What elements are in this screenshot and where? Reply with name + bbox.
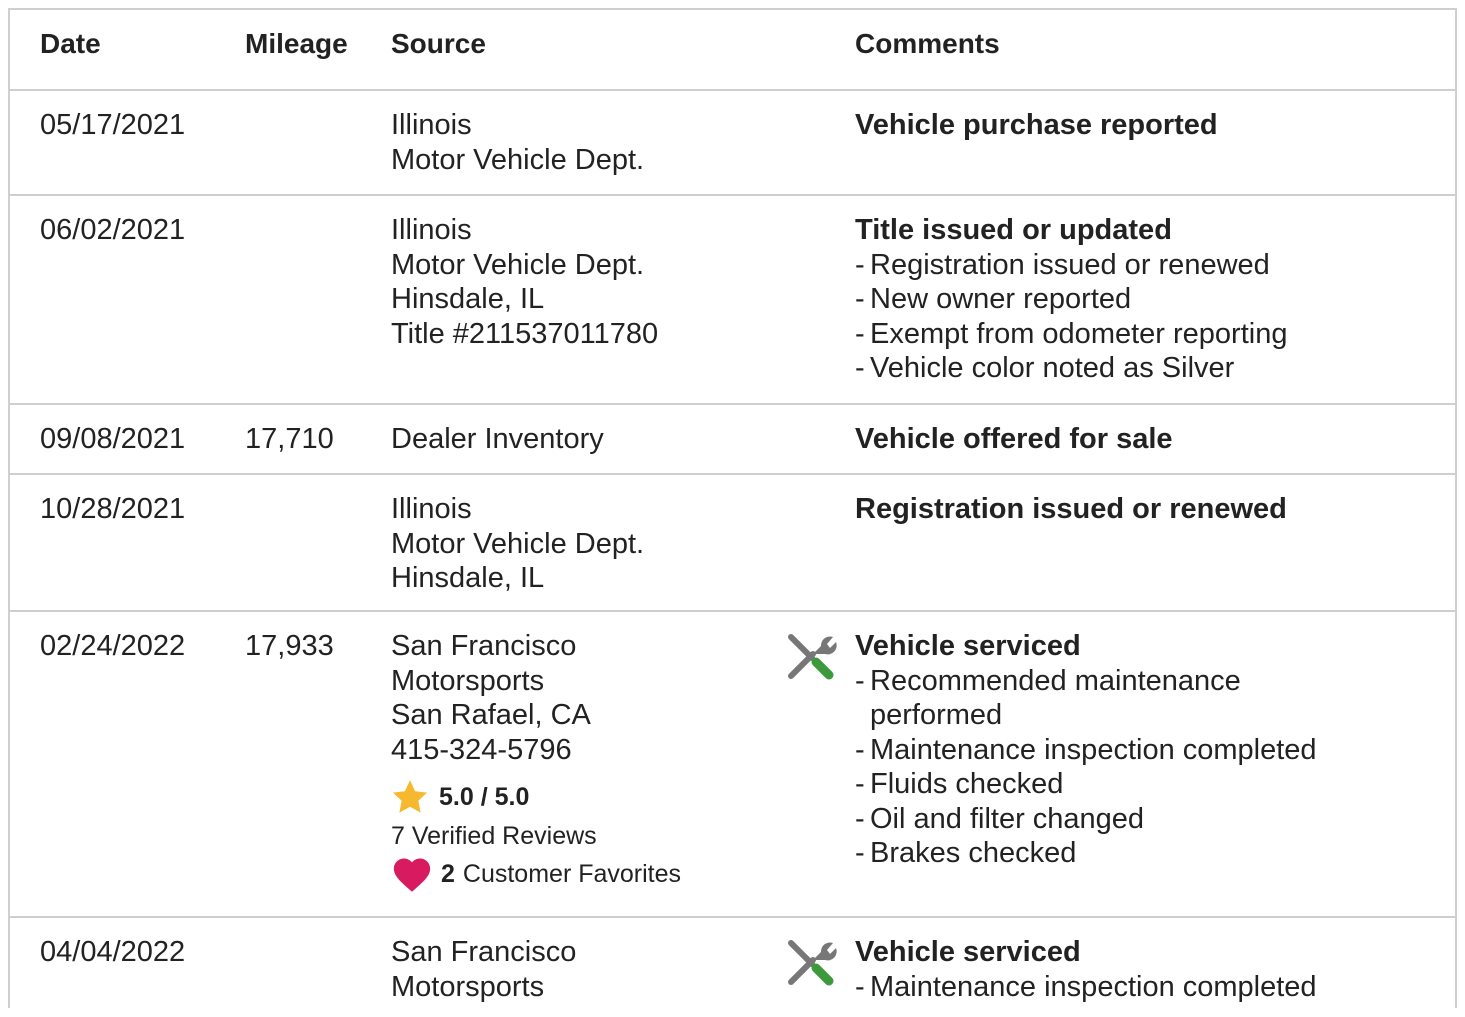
header-date: Date bbox=[40, 28, 101, 59]
comment-title: Title issued or updated bbox=[855, 214, 1172, 246]
source-line: San Francisco bbox=[391, 630, 577, 662]
comment-item: Recommended maintenance performed bbox=[855, 664, 1300, 733]
comment-item: Vehicle color noted as Silver bbox=[855, 351, 1455, 386]
row-icon-cell bbox=[773, 611, 855, 917]
source-line: Motorsports bbox=[391, 970, 545, 1003]
source-line: San Rafael, CA bbox=[391, 699, 591, 731]
row-mileage: 17,933 bbox=[245, 630, 334, 662]
vehicle-history-table: Date Mileage Source Comments 05/17/2021 … bbox=[10, 10, 1455, 1017]
source-line: Illinois bbox=[391, 109, 472, 141]
table-row: 02/24/2022 17,933 San Francisco Motorspo… bbox=[10, 611, 1455, 917]
row-icon-cell bbox=[773, 90, 855, 195]
row-source: Illinois Motor Vehicle Dept. bbox=[391, 90, 773, 195]
row-source: Illinois Motor Vehicle Dept. Hinsdale, I… bbox=[391, 474, 773, 611]
row-date: 05/17/2021 bbox=[40, 109, 186, 141]
source-line: Hinsdale, IL bbox=[391, 283, 545, 315]
header-comments: Comments bbox=[855, 28, 1000, 59]
comment-item: Fluids checked bbox=[855, 767, 1455, 802]
comment-item: Oil and filter changed bbox=[855, 802, 1455, 837]
row-icon-cell bbox=[773, 404, 855, 474]
source-line: Illinois bbox=[391, 214, 472, 246]
row-comments: Vehicle serviced Maintenance inspection … bbox=[855, 917, 1455, 1017]
comment-items: Recommended maintenance performed Mainte… bbox=[855, 664, 1455, 871]
row-date: 10/28/2021 bbox=[40, 493, 186, 525]
comment-item: Brakes checked bbox=[855, 836, 1455, 871]
table-row: 06/02/2021 Illinois Motor Vehicle Dept. … bbox=[10, 195, 1455, 404]
comment-title: Vehicle serviced bbox=[855, 936, 1081, 968]
row-mileage bbox=[245, 90, 391, 195]
star-icon bbox=[392, 780, 428, 813]
row-date: 04/04/2022 bbox=[40, 936, 186, 968]
comment-items: Registration issued or renewed New owner… bbox=[855, 248, 1455, 386]
comment-title: Registration issued or renewed bbox=[855, 493, 1287, 525]
verified-reviews-link[interactable]: 7 Verified Reviews bbox=[391, 819, 773, 853]
comment-items: Maintenance inspection completed bbox=[855, 970, 1455, 1005]
favorites-label: Customer Favorites bbox=[462, 859, 682, 888]
comment-title: Vehicle serviced bbox=[855, 630, 1081, 662]
comment-item: Registration issued or renewed bbox=[855, 248, 1455, 283]
row-source: Dealer Inventory bbox=[391, 404, 773, 474]
table-row: 05/17/2021 Illinois Motor Vehicle Dept. … bbox=[10, 90, 1455, 195]
service-tools-icon bbox=[788, 634, 837, 680]
row-mileage bbox=[245, 474, 391, 611]
table-row: 09/08/2021 17,710 Dealer Inventory Vehic… bbox=[10, 404, 1455, 474]
shop-rating: 5.0 / 5.0 bbox=[391, 779, 773, 815]
row-comments: Vehicle purchase reported bbox=[855, 90, 1455, 195]
header-source: Source bbox=[391, 28, 486, 59]
row-date: 06/02/2021 bbox=[40, 214, 186, 246]
source-line: San Francisco bbox=[391, 936, 577, 968]
row-date: 09/08/2021 bbox=[40, 423, 186, 455]
service-tools-icon bbox=[788, 940, 837, 986]
source-line: Motor Vehicle Dept. bbox=[391, 248, 645, 281]
source-line: Dealer Inventory bbox=[391, 423, 604, 455]
source-line: Illinois bbox=[391, 493, 472, 525]
source-line: 415-324-5796 bbox=[391, 733, 572, 766]
customer-favorites: 2 Customer Favorites bbox=[391, 853, 773, 895]
header-mileage: Mileage bbox=[245, 28, 348, 59]
row-date: 02/24/2022 bbox=[40, 630, 186, 662]
table-row: 10/28/2021 Illinois Motor Vehicle Dept. … bbox=[10, 474, 1455, 611]
source-line: Motor Vehicle Dept. bbox=[391, 527, 645, 560]
table-row: 04/04/2022 San Francisco Motorsports Veh… bbox=[10, 917, 1455, 1017]
comment-item: Exempt from odometer reporting bbox=[855, 317, 1455, 352]
row-comments: Registration issued or renewed bbox=[855, 474, 1455, 611]
row-icon-cell bbox=[773, 195, 855, 404]
row-comments: Vehicle serviced Recommended maintenance… bbox=[855, 611, 1455, 917]
source-line: Motorsports bbox=[391, 664, 545, 697]
source-line: Hinsdale, IL bbox=[391, 562, 545, 594]
row-comments: Title issued or updated Registration iss… bbox=[855, 195, 1455, 404]
table-header-row: Date Mileage Source Comments bbox=[10, 10, 1455, 90]
history-table-frame: Date Mileage Source Comments 05/17/2021 … bbox=[8, 8, 1457, 1008]
comment-item: New owner reported bbox=[855, 282, 1455, 317]
row-source: San Francisco Motorsports San Rafael, CA… bbox=[391, 611, 773, 917]
row-source: Illinois Motor Vehicle Dept. Hinsdale, I… bbox=[391, 195, 773, 404]
source-line: Title #211537011780 bbox=[391, 317, 659, 350]
heart-icon bbox=[393, 858, 431, 892]
row-source: San Francisco Motorsports bbox=[391, 917, 773, 1017]
row-icon-cell bbox=[773, 474, 855, 611]
rating-value: 5.0 / 5.0 bbox=[439, 782, 530, 811]
comment-title: Vehicle purchase reported bbox=[855, 109, 1218, 141]
row-mileage: 17,710 bbox=[245, 423, 334, 455]
favorites-count: 2 bbox=[441, 859, 455, 888]
row-comments: Vehicle offered for sale bbox=[855, 404, 1455, 474]
comment-item: Maintenance inspection completed bbox=[855, 970, 1455, 1005]
row-mileage bbox=[245, 195, 391, 404]
comment-title: Vehicle offered for sale bbox=[855, 423, 1173, 455]
comment-item: Maintenance inspection completed bbox=[855, 733, 1455, 768]
source-line: Motor Vehicle Dept. bbox=[391, 143, 645, 176]
row-icon-cell bbox=[773, 917, 855, 1017]
row-mileage bbox=[245, 917, 391, 1017]
